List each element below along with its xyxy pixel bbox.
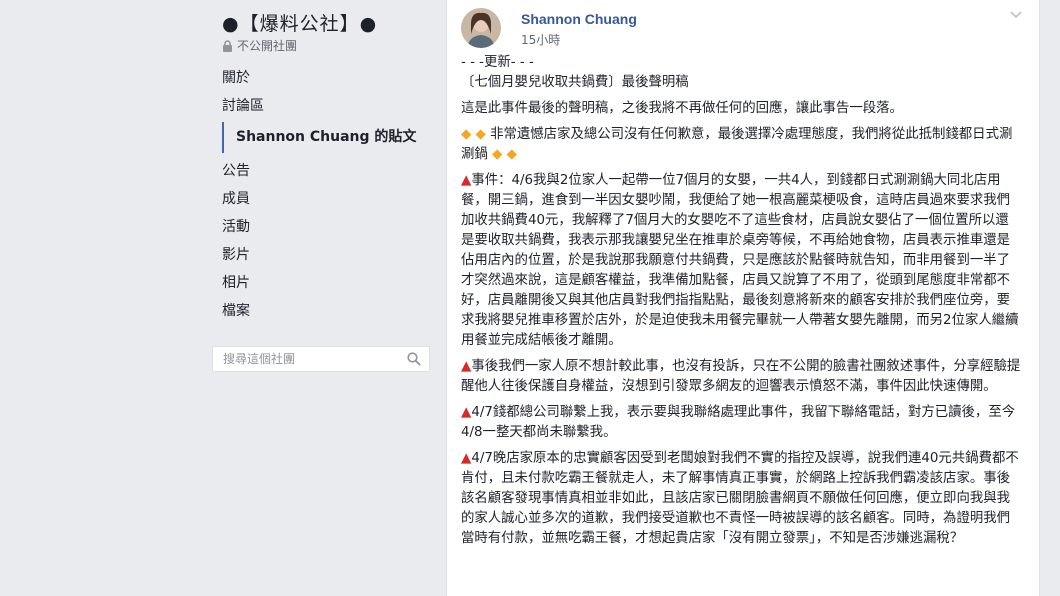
- boycott-paragraph: ◆ ◆ 非常遺憾店家及總公司沒有任何歉意，最後選擇冷處理態度，我們將從此抵制錢都…: [461, 125, 1021, 165]
- avatar[interactable]: [461, 8, 501, 48]
- nav-members[interactable]: 成員: [212, 185, 446, 213]
- nav-videos[interactable]: 影片: [212, 241, 446, 269]
- group-privacy-label: 不公開社團: [237, 39, 298, 53]
- orange-diamond-icon: ◆ ◆: [461, 127, 486, 142]
- lock-icon: [223, 39, 232, 52]
- statement-paragraph: 這是此事件最後的聲明稿，之後我將不再做任何的回應，讓此事告一段落。: [461, 101, 903, 116]
- group-search-input[interactable]: [221, 351, 395, 367]
- nav-announcements[interactable]: 公告: [212, 157, 446, 185]
- contact-paragraph: ▲4/7錢都總公司聯繫上我，表示要與我聯絡處理此事件，我留下聯絡電話，對方已讀後…: [461, 403, 1021, 443]
- nav-events[interactable]: 活動: [212, 213, 446, 241]
- update-tag: - - -更新- - -: [461, 55, 534, 70]
- search-icon[interactable]: [407, 352, 421, 366]
- red-triangle-icon: ▲: [461, 405, 472, 420]
- event-text: 事件：4/6我與2位家人一起帶一位7個月的女嬰，一共4人，到錢都日式涮涮鍋大同北…: [461, 173, 1019, 348]
- nav-member-posts[interactable]: Shannon Chuang 的貼文: [222, 122, 446, 153]
- red-triangle-icon: ▲: [461, 359, 472, 374]
- left-sidebar: ●【爆料公社】● 不公開社團 關於 討論區 Shannon Chuang 的貼文…: [0, 0, 446, 596]
- group-nav: 關於 討論區 Shannon Chuang 的貼文 公告 成員 活動 影片 相片…: [212, 64, 446, 325]
- group-search-box: [212, 346, 430, 372]
- afterward-paragraph: ▲事後我們一家人原不想計較此事，也沒有投訴，只在不公開的臉書社團敘述事件，分享經…: [461, 357, 1021, 397]
- group-privacy: 不公開社團: [222, 37, 297, 54]
- red-triangle-icon: ▲: [461, 173, 472, 188]
- nav-discussion[interactable]: 討論區: [212, 92, 446, 120]
- nav-photos[interactable]: 相片: [212, 269, 446, 297]
- nav-about[interactable]: 關於: [212, 64, 446, 92]
- post-timestamp[interactable]: 15小時: [521, 31, 560, 48]
- contact-text: 4/7錢都總公司聯繫上我，表示要與我聯絡處理此事件，我留下聯絡電話，對方已讀後，…: [461, 405, 1016, 440]
- accusation-text: 4/7晚店家原本的忠實顧客因受到老闆娘對我們不實的指控及誤導，說我們連40元共鍋…: [461, 451, 1019, 546]
- avatar-image: [461, 8, 501, 48]
- post-title: 〔七個月嬰兒收取共鍋費〕最後聲明稿: [461, 75, 689, 90]
- nav-files[interactable]: 檔案: [212, 297, 446, 325]
- event-paragraph: ▲事件：4/6我與2位家人一起帶一位7個月的女嬰，一共4人，到錢都日式涮涮鍋大同…: [461, 171, 1021, 351]
- orange-diamond-icon: ◆ ◆: [492, 147, 517, 162]
- post-author[interactable]: Shannon Chuang: [521, 11, 637, 27]
- group-name[interactable]: ●【爆料公社】●: [222, 9, 377, 36]
- afterward-text: 事後我們一家人原不想計較此事，也沒有投訴，只在不公開的臉書社團敘述事件，分享經驗…: [461, 359, 1021, 394]
- red-triangle-icon: ▲: [461, 451, 472, 466]
- post-body: - - -更新- - - 〔七個月嬰兒收取共鍋費〕最後聲明稿 這是此事件最後的聲…: [461, 53, 1021, 555]
- post-card: Shannon Chuang 15小時 - - -更新- - - 〔七個月嬰兒收…: [446, 0, 1040, 596]
- chevron-down-icon[interactable]: [1009, 10, 1023, 20]
- boycott-text: 非常遺憾店家及總公司沒有任何歉意，最後選擇冷處理態度，我們將從此抵制錢都日式涮涮…: [461, 127, 1013, 162]
- accusation-paragraph: ▲4/7晚店家原本的忠實顧客因受到老闆娘對我們不實的指控及誤導，說我們連40元共…: [461, 449, 1021, 549]
